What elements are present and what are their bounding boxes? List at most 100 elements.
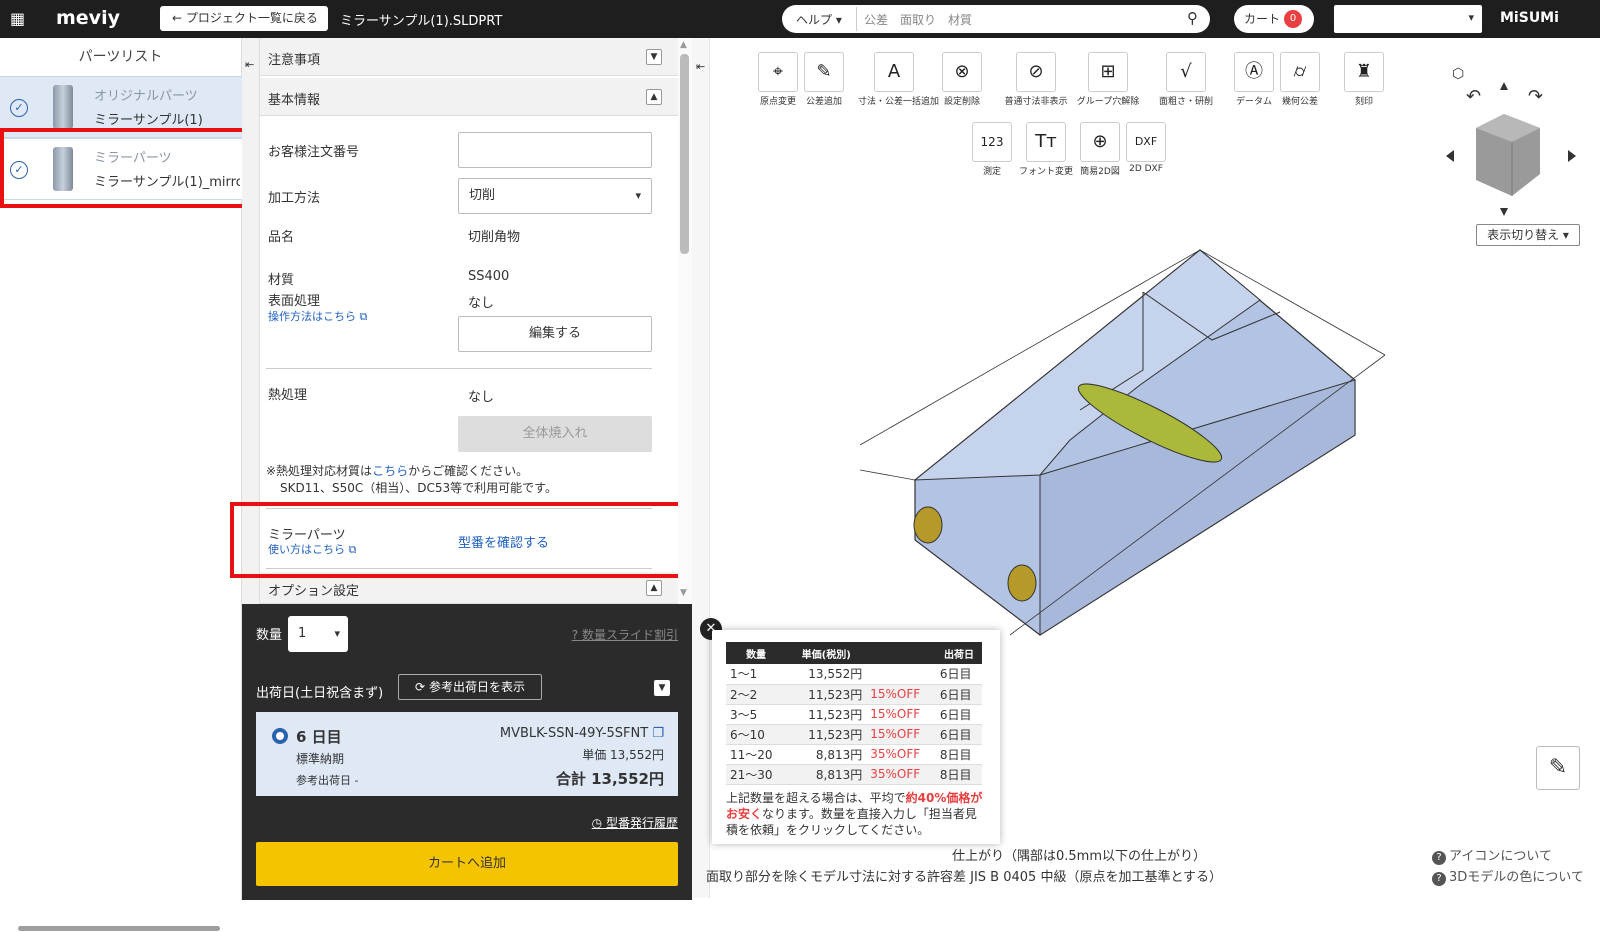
display-switch-dropdown[interactable]: 表示切り替え ▾ bbox=[1476, 224, 1580, 246]
tolerance-icon: ✎ bbox=[804, 52, 844, 92]
scroll-up-icon[interactable]: ▲ bbox=[680, 40, 687, 50]
tool-dimension-bulk[interactable]: A 寸法・公差一括追加 bbox=[858, 52, 939, 107]
surface-label: 表面処理 bbox=[268, 294, 321, 309]
edit-button[interactable]: 編集する bbox=[458, 316, 652, 352]
cart-label: カート bbox=[1244, 12, 1281, 26]
divider bbox=[266, 368, 652, 369]
about-icons-label: アイコンについて bbox=[1449, 849, 1552, 864]
collapse-icon[interactable]: ⇤ bbox=[696, 60, 705, 73]
search-input[interactable]: 公差 面取り 材質 bbox=[864, 11, 972, 28]
table-row: 11～20 8,813円 35%OFF 8日目 bbox=[726, 744, 982, 765]
memo-edit-icon[interactable]: ✎ bbox=[1536, 746, 1580, 790]
arrow-left-icon[interactable] bbox=[1446, 150, 1454, 162]
add-to-cart-button[interactable]: カートへ追加 bbox=[256, 842, 678, 886]
tool-stamp[interactable]: ♜ 刻印 bbox=[1328, 52, 1400, 107]
scroll-thumb[interactable] bbox=[680, 54, 689, 254]
cart-count-badge: 0 bbox=[1284, 10, 1302, 28]
show-reference-date-button[interactable]: ⟳ 参考出荷日を表示 bbox=[398, 674, 542, 700]
option-title: オプション設定 bbox=[268, 584, 360, 599]
rotate-right-icon[interactable]: ↷ bbox=[1528, 86, 1543, 107]
arrow-right-icon[interactable] bbox=[1568, 150, 1576, 162]
3d-model[interactable] bbox=[860, 240, 1420, 660]
tool-group-hole[interactable]: ⊞ グループ穴解除 bbox=[1072, 52, 1144, 107]
font-icon: Tт bbox=[1026, 122, 1066, 162]
table-row: 6～10 11,523円 15%OFF 6日目 bbox=[726, 724, 982, 745]
display-switch-label: 表示切り替え bbox=[1487, 228, 1560, 242]
cell-ship: 6日目 bbox=[935, 664, 982, 685]
order-number-input[interactable] bbox=[458, 132, 652, 168]
part-number-history-link[interactable]: ◷ 型番発行履歴 bbox=[592, 814, 678, 831]
dimension-icon: A bbox=[874, 52, 914, 92]
vertical-scrollbar[interactable]: ▲ ▼ bbox=[678, 38, 692, 604]
surface-value: なし bbox=[468, 296, 495, 311]
misumi-logo[interactable]: MiSUMi bbox=[1500, 10, 1559, 26]
tool-label: 幾何公差 bbox=[1281, 97, 1318, 107]
total-price: 合計 13,552円 bbox=[555, 770, 664, 788]
quantity-select[interactable]: 1 ▾ bbox=[288, 616, 348, 652]
heat-label: 熱処理 bbox=[268, 388, 308, 403]
arrow-up-icon[interactable] bbox=[1500, 82, 1508, 90]
tool-delete-setting[interactable]: ⊗ 設定削除 bbox=[926, 52, 998, 107]
help-dropdown[interactable]: ヘルプ ▾ bbox=[796, 11, 842, 28]
method-label: 加工方法 bbox=[268, 191, 321, 206]
arrow-down-icon[interactable] bbox=[1500, 208, 1508, 216]
product-label: 品名 bbox=[268, 230, 295, 245]
cart-button[interactable]: カート 0 bbox=[1234, 5, 1314, 33]
basic-info-section-header[interactable]: 基本情報 ▲ bbox=[260, 78, 678, 116]
product-value: 切削角物 bbox=[468, 230, 521, 245]
model-color-link[interactable]: ? 3Dモデルの色について bbox=[1432, 866, 1584, 886]
view-cube[interactable]: ⬡ ↶ ↷ bbox=[1436, 56, 1586, 226]
notice-section-header[interactable]: 注意事項 ▼ bbox=[260, 38, 678, 76]
part-number-text: MVBLK-SSN-49Y-5SFNT bbox=[499, 726, 649, 741]
tool-label: 普通寸法非表示 bbox=[1004, 97, 1068, 107]
about-icons-link[interactable]: ? アイコンについて bbox=[1432, 845, 1552, 865]
ship-days: 6 日目 bbox=[296, 728, 342, 746]
rotate-left-icon[interactable]: ↶ bbox=[1466, 86, 1481, 107]
tool-2d-dxf[interactable]: DXF 2D DXF bbox=[1110, 122, 1182, 174]
ship-type: 標準納期 bbox=[296, 752, 345, 766]
scroll-down-icon[interactable]: ▼ bbox=[680, 588, 687, 598]
collapse-middle-gutter[interactable]: ⇤ bbox=[692, 38, 710, 898]
cell-price: 11,523円 bbox=[786, 684, 867, 705]
tool-roughness[interactable]: √ 面粗さ・研削 bbox=[1150, 52, 1222, 107]
table-row: 3～5 11,523円 15%OFF 6日目 bbox=[726, 704, 982, 725]
method-select[interactable]: 切削 ▾ bbox=[458, 178, 652, 214]
cell-ship: 6日目 bbox=[935, 724, 982, 745]
cell-qty: 21～30 bbox=[726, 764, 787, 785]
highlight-box-mirror-part bbox=[0, 128, 248, 208]
tool-tolerance[interactable]: ✎ 公差追加 bbox=[788, 52, 860, 107]
meviy-logo[interactable]: meviy bbox=[56, 7, 120, 29]
dxf-icon: DXF bbox=[1126, 122, 1166, 162]
expand-icon[interactable]: ▼ bbox=[646, 49, 662, 65]
copy-icon[interactable]: ❐ bbox=[652, 726, 664, 741]
collapse-icon[interactable]: ▲ bbox=[646, 89, 662, 105]
cell-price: 13,552円 bbox=[786, 664, 867, 685]
table-row: 2～2 11,523円 15%OFF 6日目 bbox=[726, 684, 982, 705]
home-view-icon[interactable]: ⬡ bbox=[1452, 66, 1464, 82]
scroll-thumb[interactable] bbox=[18, 926, 220, 931]
cell-ship: 6日目 bbox=[935, 684, 982, 705]
ship-option-card[interactable]: 6 日目 標準納期 参考出荷日 - MVBLK-SSN-49Y-5SFNT ❐ … bbox=[256, 712, 678, 796]
app-grid-icon[interactable]: ▦ bbox=[10, 11, 26, 27]
ship-reference: 参考出荷日 - bbox=[296, 774, 359, 787]
part-type: オリジナルパーツ bbox=[94, 89, 198, 104]
heat-all-button[interactable]: 全体焼入れ bbox=[458, 416, 652, 452]
back-to-projects-button[interactable]: ← プロジェクト一覧に戻る bbox=[160, 6, 328, 31]
search-icon[interactable]: ⚲ bbox=[1187, 9, 1198, 27]
material-value: SS400 bbox=[468, 269, 510, 284]
account-select[interactable]: ▾ bbox=[1334, 5, 1482, 33]
tool-hide-dimension[interactable]: ⊘ 普通寸法非表示 bbox=[1000, 52, 1072, 107]
horizontal-scrollbar[interactable] bbox=[0, 924, 242, 932]
basic-info-title: 基本情報 bbox=[268, 93, 321, 108]
ship-toggle[interactable]: ▼ bbox=[654, 680, 670, 696]
roughness-icon: √ bbox=[1166, 52, 1206, 92]
tool-geometric[interactable]: ⌭ 幾何公差 bbox=[1264, 52, 1336, 107]
collapse-icon[interactable]: ⇤ bbox=[245, 58, 254, 71]
heat-note-link[interactable]: こちら bbox=[372, 464, 408, 478]
ref-label: 参考出荷日を表示 bbox=[428, 680, 525, 694]
howto-link[interactable]: 操作方法はこちら ⧉ bbox=[268, 308, 367, 324]
quantity-slide-discount-link[interactable]: ? 数量スライド割引 bbox=[572, 626, 678, 643]
collapse-icon[interactable]: ▲ bbox=[646, 580, 662, 596]
cell-price: 8,813円 bbox=[786, 744, 867, 765]
radio-selected[interactable] bbox=[272, 728, 288, 744]
